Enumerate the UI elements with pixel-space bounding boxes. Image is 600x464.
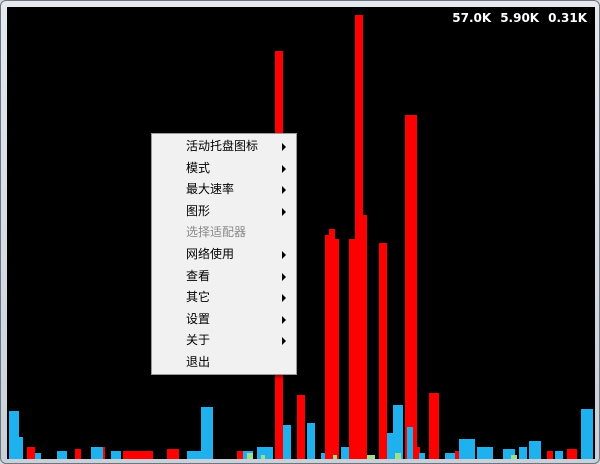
- upload-bar: [407, 427, 413, 459]
- upload-bar: [459, 439, 475, 459]
- menu-item-label: 退出: [186, 354, 211, 369]
- traffic-stats: 57.0K 5.90K 0.31K: [443, 11, 587, 25]
- submenu-arrow-icon: [282, 207, 286, 216]
- overlap-bar: [395, 453, 401, 459]
- upload-bar: [555, 451, 563, 459]
- menu-item-about[interactable]: 关于: [152, 330, 296, 352]
- download-bar: [405, 115, 417, 459]
- download-bar: [379, 243, 387, 459]
- download-bar: [355, 15, 363, 459]
- upload-bar: [393, 405, 403, 459]
- menu-item-tray-icon[interactable]: 活动托盘图标: [152, 136, 296, 158]
- download-bar: [75, 449, 81, 459]
- download-bar: [429, 393, 439, 459]
- upload-bar: [91, 447, 103, 459]
- download-bar: [363, 215, 367, 459]
- overlap-bar: [333, 455, 337, 459]
- upload-bar: [201, 407, 213, 459]
- submenu-arrow-icon: [282, 272, 286, 281]
- menu-item-exit[interactable]: 退出: [152, 352, 296, 374]
- upload-bar: [283, 425, 291, 459]
- download-bar: [27, 447, 35, 459]
- menu-item-label: 模式: [186, 160, 211, 175]
- stat-total: 0.31K: [548, 11, 587, 25]
- upload-bar: [341, 447, 349, 459]
- upload-bar: [519, 447, 527, 459]
- submenu-arrow-icon: [282, 250, 286, 259]
- menu-item-label: 活动托盘图标: [186, 139, 259, 153]
- overlap-bar: [261, 455, 265, 459]
- upload-bar: [187, 451, 203, 459]
- menu-item-label: 设置: [186, 311, 211, 326]
- upload-bar: [387, 433, 393, 459]
- upload-bar: [57, 451, 67, 459]
- menu-item-network-usage[interactable]: 网络使用: [152, 244, 296, 266]
- menu-item-label: 查看: [186, 268, 211, 283]
- app-window: 57.0K 5.90K 0.31K 活动托盘图标 模式 最大速率 图形 选择适配器 …: [0, 0, 600, 464]
- menu-item-label: 网络使用: [186, 246, 235, 261]
- download-bar: [325, 235, 329, 459]
- traffic-graph[interactable]: 57.0K 5.90K 0.31K: [7, 7, 595, 459]
- upload-bar: [581, 409, 593, 459]
- submenu-arrow-icon: [282, 143, 286, 151]
- upload-bar: [419, 453, 425, 459]
- upload-bar: [445, 453, 455, 459]
- context-menu: 活动托盘图标 模式 最大速率 图形 选择适配器 网络使用 查看 其它 设置 关于…: [151, 133, 297, 375]
- overlap-bar: [511, 455, 517, 459]
- overlap-bar: [247, 453, 253, 459]
- download-bar: [567, 449, 577, 459]
- upload-bar: [307, 423, 315, 459]
- menu-item-settings[interactable]: 设置: [152, 309, 296, 331]
- download-bar: [297, 395, 305, 459]
- upload-bar: [111, 451, 121, 459]
- menu-item-label: 最大速率: [186, 182, 235, 197]
- download-bar: [335, 239, 339, 459]
- upload-bar: [477, 447, 493, 459]
- menu-item-graph[interactable]: 图形: [152, 201, 296, 223]
- menu-item-label: 图形: [186, 203, 211, 218]
- upload-bar: [35, 453, 41, 459]
- upload-bar: [9, 411, 19, 459]
- submenu-arrow-icon: [282, 337, 286, 346]
- submenu-arrow-icon: [282, 186, 286, 195]
- menu-item-mode[interactable]: 模式: [152, 158, 296, 180]
- menu-item-label: 关于: [186, 333, 211, 348]
- stat-download: 57.0K: [452, 11, 492, 25]
- menu-item-other[interactable]: 其它: [152, 287, 296, 309]
- upload-bar: [19, 437, 23, 459]
- upload-bar: [529, 441, 541, 459]
- download-bar: [329, 229, 335, 459]
- submenu-arrow-icon: [282, 315, 286, 324]
- stat-upload: 5.90K: [500, 11, 540, 25]
- overlap-bar: [367, 455, 375, 459]
- download-bar: [123, 451, 153, 459]
- upload-bar: [321, 453, 325, 459]
- menu-item-label: 其它: [186, 290, 211, 305]
- menu-item-view[interactable]: 查看: [152, 266, 296, 288]
- menu-item-max-rate[interactable]: 最大速率: [152, 179, 296, 201]
- submenu-arrow-icon: [282, 294, 286, 303]
- menu-item-label: 选择适配器: [186, 225, 247, 240]
- submenu-arrow-icon: [282, 164, 286, 173]
- traffic-graph-svg: [9, 15, 593, 459]
- download-bar: [547, 451, 553, 459]
- download-bar: [167, 449, 179, 459]
- menu-item-select-adapter: 选择适配器: [152, 222, 296, 244]
